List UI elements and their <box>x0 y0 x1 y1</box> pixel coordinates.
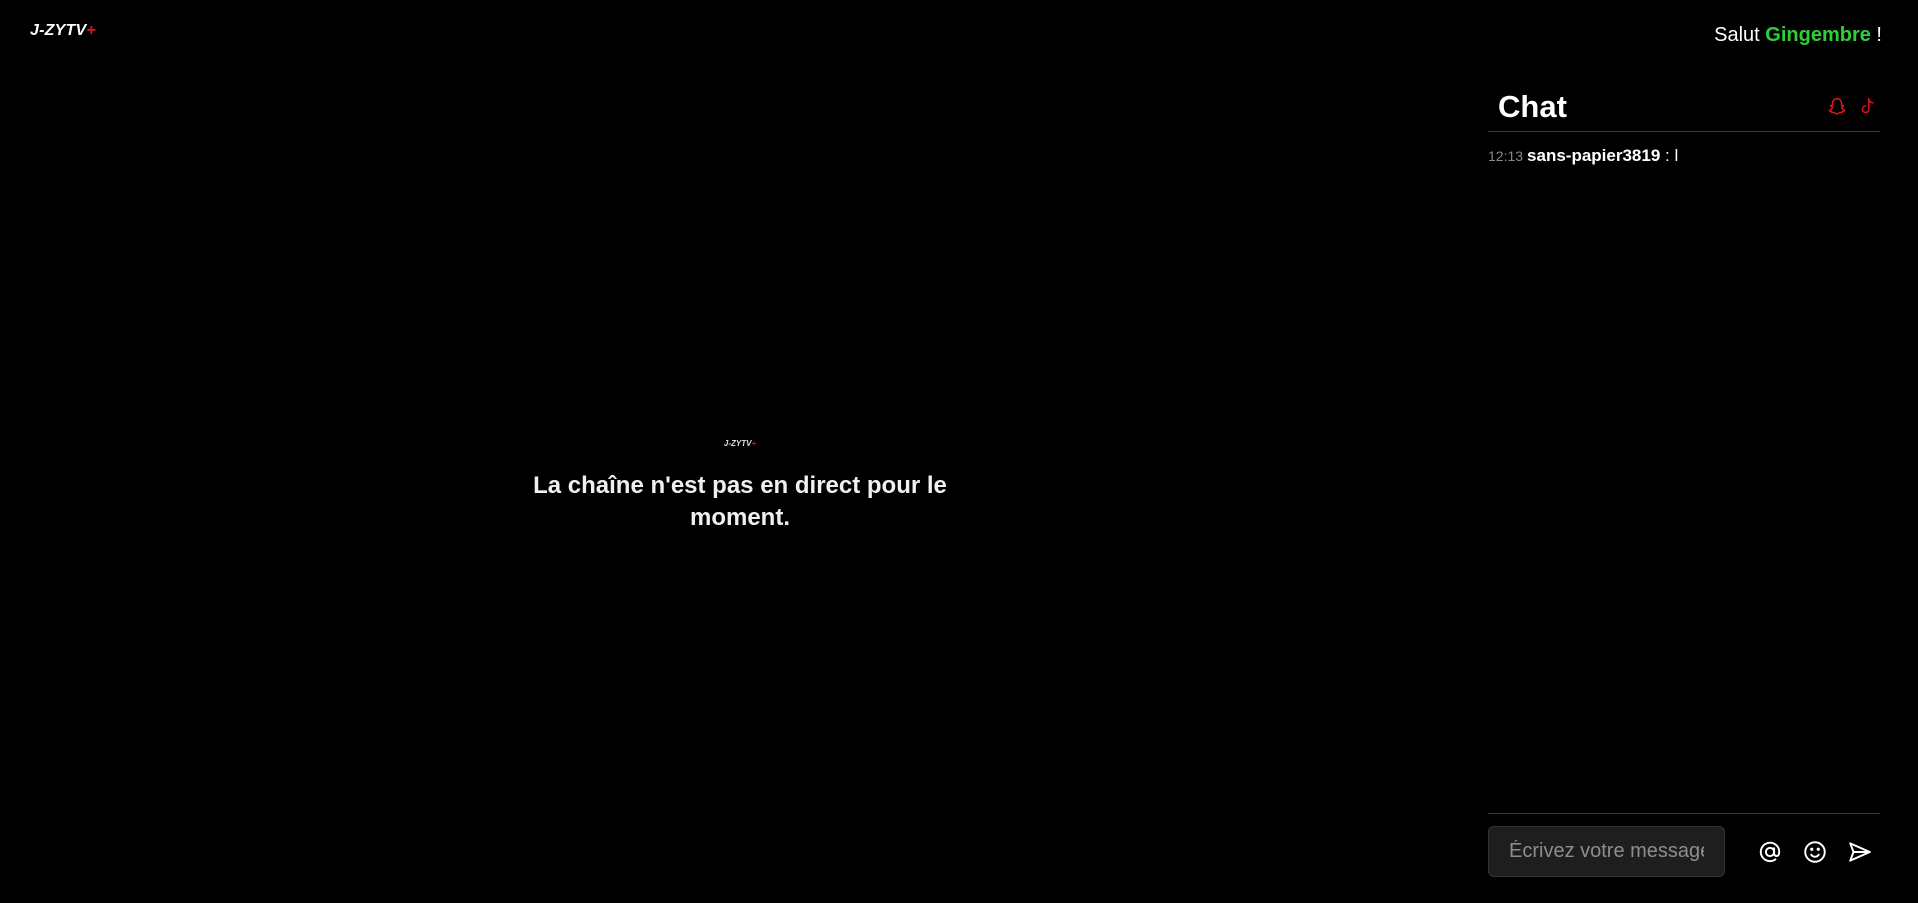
chat-header: Chat <box>1488 82 1880 132</box>
chat-footer <box>1488 813 1880 881</box>
video-player-offline: J-ZYTV+ La chaîne n'est pas en direct po… <box>520 438 960 534</box>
emoji-icon <box>1804 841 1826 863</box>
message-time: 12:13 <box>1488 148 1524 164</box>
mention-button[interactable] <box>1756 838 1784 866</box>
chat-panel: Chat 12:13 sans-papier3819 : l <box>1488 82 1880 882</box>
site-logo[interactable]: J-ZYTV+ <box>30 22 96 40</box>
send-icon <box>1849 842 1871 862</box>
player-logo-plus: + <box>751 439 757 448</box>
send-button[interactable] <box>1846 838 1874 866</box>
chat-message: 12:13 sans-papier3819 : l <box>1488 146 1880 166</box>
player-logo-text: J-ZYTV <box>723 439 752 448</box>
chat-input[interactable] <box>1488 826 1725 877</box>
player-logo: J-ZYTV+ <box>520 438 960 450</box>
message-author[interactable]: sans-papier3819 <box>1527 146 1660 165</box>
message-text: l <box>1674 146 1679 165</box>
chat-messages: 12:13 sans-papier3819 : l <box>1488 146 1880 166</box>
logo-plus: + <box>86 22 96 39</box>
emoji-button[interactable] <box>1801 838 1829 866</box>
greeting-suffix: ! <box>1870 24 1882 46</box>
greeting-prefix: Salut <box>1714 24 1766 46</box>
greeting: Salut Gingembre ! <box>1714 24 1882 47</box>
username[interactable]: Gingembre <box>1765 24 1871 46</box>
snapchat-icon[interactable] <box>1826 96 1848 118</box>
chat-title: Chat <box>1498 88 1567 124</box>
offline-message: La chaîne n'est pas en direct pour le mo… <box>533 472 947 531</box>
message-separator: : <box>1660 146 1675 165</box>
mention-icon <box>1759 841 1781 863</box>
social-links <box>1826 96 1880 118</box>
logo-text: J-ZYTV <box>30 22 87 39</box>
tiktok-icon[interactable] <box>1856 96 1878 118</box>
